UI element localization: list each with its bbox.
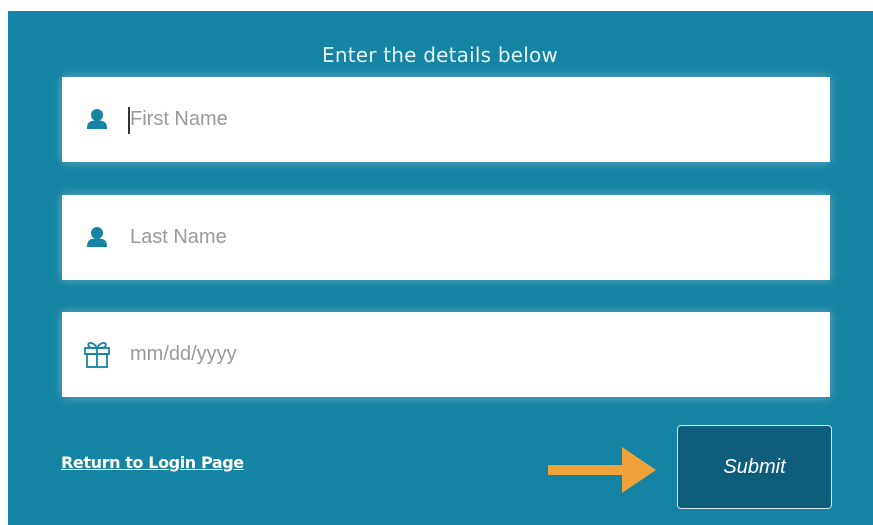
form-heading: Enter the details below <box>322 43 558 67</box>
first-name-field[interactable] <box>62 77 830 162</box>
birthdate-input[interactable] <box>130 312 810 397</box>
last-name-field[interactable] <box>62 195 830 280</box>
user-icon <box>82 104 112 134</box>
submit-button[interactable]: Submit <box>677 425 832 509</box>
arrow-right-icon <box>548 447 656 498</box>
first-name-input[interactable] <box>130 77 810 162</box>
user-icon <box>82 222 112 252</box>
last-name-input[interactable] <box>130 195 810 280</box>
birthdate-field[interactable] <box>62 312 830 397</box>
return-to-login-link[interactable]: Return to Login Page <box>61 453 244 472</box>
gift-icon <box>82 339 112 369</box>
